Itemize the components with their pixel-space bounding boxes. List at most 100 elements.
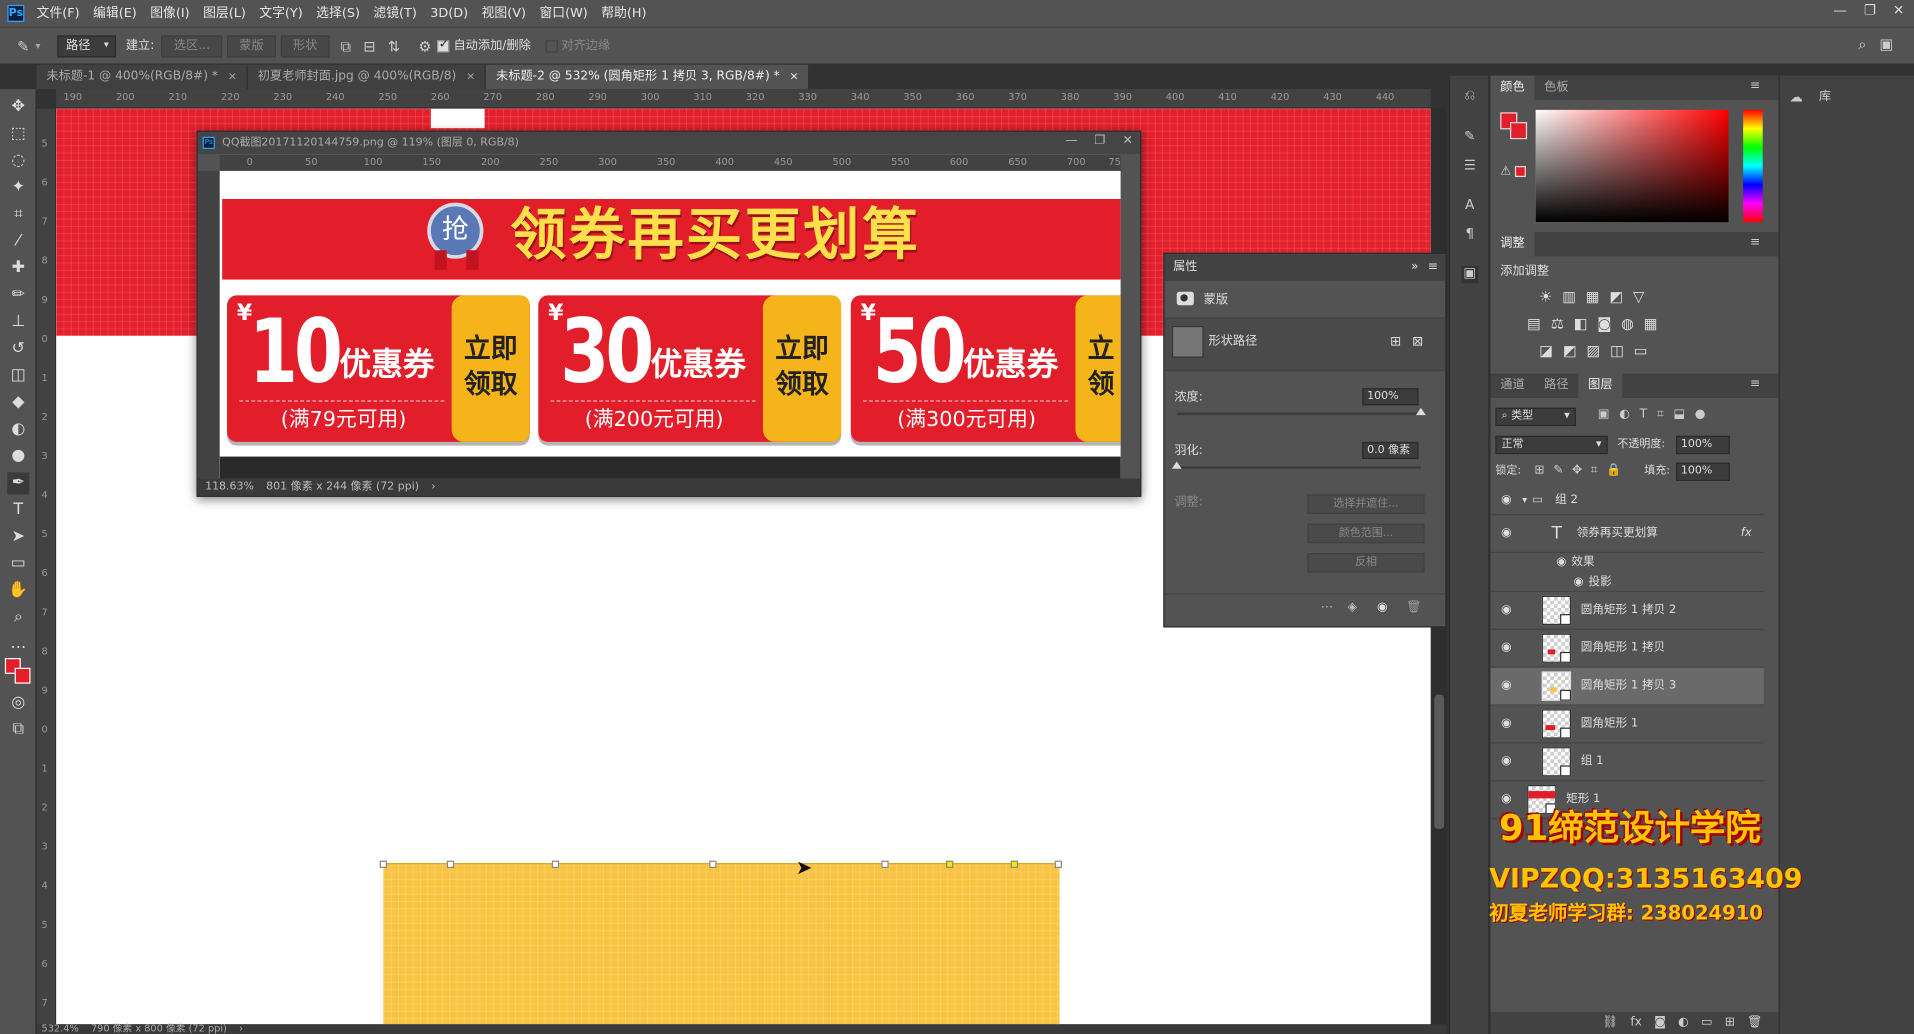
cloud-icon[interactable]: ☁ [1790,90,1803,103]
tab-adjustments[interactable]: 调整 [1490,231,1535,257]
menu-3d[interactable]: 3D(D) [430,7,468,20]
tab-swatches[interactable]: 色板 [1534,81,1578,94]
pen-tool-icon[interactable]: ✎ [17,38,29,53]
invert-button[interactable]: 反相 [1307,553,1425,573]
background-color-swatch[interactable] [14,667,31,684]
make-mask-button[interactable]: 蒙版 [227,34,276,57]
feather-slider[interactable] [1171,461,1421,469]
path-anchor[interactable] [551,860,560,868]
history-panel-icon[interactable]: ⎌ [1461,88,1478,105]
menu-view[interactable]: 视图(V) [482,7,526,20]
hand-tool-icon[interactable]: ✋ [7,580,29,602]
brush-tool-icon[interactable]: ✏ [7,284,29,306]
tab-paths[interactable]: 路径 [1534,379,1578,392]
fill-input[interactable]: 100% [1676,462,1730,481]
layer-group-2[interactable]: ◉ ▾ ▭ 组 2 [1490,486,1764,516]
dodge-tool-icon[interactable]: ● [7,446,29,468]
restore-button[interactable]: ❐ [1864,4,1876,17]
type-tool-icon[interactable]: T [7,499,29,521]
load-selection-icon[interactable]: ⋯ [1321,601,1333,614]
character-panel-icon[interactable]: A [1461,198,1478,215]
paragraph-panel-icon[interactable]: ¶ [1461,227,1478,244]
search-icon[interactable]: ⌕ [1858,37,1866,52]
paint-bucket-tool-icon[interactable]: ◆ [7,392,29,414]
menu-image[interactable]: 图像(I) [150,7,189,20]
hue-slider[interactable] [1743,109,1763,223]
tab-cover[interactable]: 初夏老师封面.jpg @ 400%(RGB/8) × [247,64,487,90]
path-alignment-icon[interactable]: ⊟ [363,38,375,53]
quick-mask-icon[interactable]: ◎ [7,692,29,714]
layer-text[interactable]: ◉ T 领券再买更划算 fx [1490,515,1764,554]
menu-window[interactable]: 窗口(W) [539,7,587,20]
add-mask-icon[interactable]: ◙ [1654,1016,1666,1029]
path-anchor[interactable] [1010,860,1019,868]
move-tool-icon[interactable]: ✥ [7,96,29,118]
opacity-input[interactable]: 100% [1676,435,1730,455]
more-tools-icon[interactable]: … [7,634,29,656]
density-input[interactable]: 100% [1362,388,1419,406]
tab-untitled-2[interactable]: 未标题-2 @ 532% (圆角矩形 1 拷贝 3, RGB/8#) * × [486,64,810,90]
tab-untitled-1[interactable]: 未标题-1 @ 400%(RGB/8#) * × [36,64,248,90]
new-group-icon[interactable]: ▭ [1701,1016,1713,1029]
path-anchor[interactable] [379,860,387,868]
tab-close-icon[interactable]: × [466,71,475,82]
adjustment-icons-row-1[interactable]: ☀▥▦◩▽ [1539,289,1654,304]
density-slider-knob[interactable] [1416,407,1426,416]
eye-icon[interactable]: ◉ [1490,679,1522,692]
new-layer-icon[interactable]: ⊞ [1725,1016,1735,1029]
trash-icon[interactable]: 🗑 [1747,1016,1763,1029]
adjustment-icons-row-3[interactable]: ◪◩▨◫▭ [1539,343,1657,358]
panel-menu-icon[interactable]: ≡ [1428,261,1438,273]
floating-zoom-level[interactable]: 118.63% [205,481,254,493]
eye-icon[interactable]: ◉ [1490,604,1522,616]
align-edges-checkbox[interactable] [545,39,558,52]
tool-mode-select[interactable]: 路径 [57,34,117,57]
menu-select[interactable]: 选择(S) [316,7,360,20]
blur-tool-icon[interactable]: ◐ [7,419,29,441]
panel-menu-icon[interactable]: ≡ [1740,236,1770,249]
gear-icon[interactable]: ⚙ [418,38,431,53]
library-label[interactable]: 库 [1819,91,1831,104]
path-anchor[interactable] [1054,860,1063,868]
tab-layers[interactable]: 图层 [1578,373,1623,398]
floating-restore-button[interactable]: ❐ [1095,135,1106,148]
apply-mask-icon[interactable]: ◈ [1348,601,1357,614]
layer-group-1[interactable]: ◉ 组 1 [1490,743,1764,782]
magic-wand-tool-icon[interactable]: ✦ [7,177,29,199]
eye-icon[interactable]: ◉ [1377,601,1388,614]
trash-icon[interactable]: 🗑 [1406,601,1422,614]
eye-icon[interactable]: ◉ [1573,576,1583,588]
add-pixel-mask-icon[interactable]: ⊞ [1390,334,1401,347]
eye-icon[interactable]: ◉ [1556,557,1566,569]
menu-filter[interactable]: 滤镜(T) [373,7,416,20]
add-style-icon[interactable]: fx [1630,1016,1642,1029]
brush-settings-icon[interactable]: ☰ [1461,159,1478,176]
foreground-background-colors[interactable] [4,658,32,685]
tool-preset-chevron-icon[interactable]: ▾ [35,40,40,51]
path-anchor[interactable] [881,860,889,868]
eye-icon[interactable]: ◉ [1490,793,1522,806]
feather-slider-knob[interactable] [1171,461,1182,469]
auto-add-delete-checkbox[interactable] [437,38,450,52]
zoom-tool-icon[interactable]: ⌕ [7,607,29,629]
collapse-panel-icon[interactable]: » [1411,261,1418,273]
density-slider[interactable] [1176,407,1426,416]
workspace-icon[interactable]: ▣ [1879,37,1893,52]
layer-effect-drop-shadow[interactable]: ◉ 投影 [1490,573,1764,593]
effects-icon[interactable]: fx [1741,528,1752,540]
make-selection-button[interactable]: 选区... [161,34,223,57]
minimize-button[interactable]: — [1833,4,1846,17]
floating-document-window[interactable]: Ps QQ截图20171120144759.png @ 119% (图层 0, … [196,130,1142,497]
menu-help[interactable]: 帮助(H) [601,7,646,20]
panel-menu-icon[interactable]: ≡ [1740,378,1770,390]
pen-tool-icon[interactable]: ✒ [7,472,30,495]
eraser-tool-icon[interactable]: ◫ [7,365,29,387]
layer-rounded-rect-copy-2[interactable]: ◉ 圆角矩形 1 拷贝 2 [1490,592,1764,630]
eye-icon[interactable]: ◉ [1490,642,1522,654]
floating-close-button[interactable]: ✕ [1123,135,1133,148]
layer-rounded-rect-copy-3[interactable]: ◉ 圆角矩形 1 拷贝 3 [1490,667,1764,706]
link-layers-icon[interactable]: ⛓ [1603,1016,1619,1029]
new-adjustment-icon[interactable]: ◐ [1678,1016,1689,1029]
tab-color[interactable]: 颜色 [1490,75,1535,101]
layer-rounded-rect-1[interactable]: ◉ 圆角矩形 1 [1490,706,1764,744]
